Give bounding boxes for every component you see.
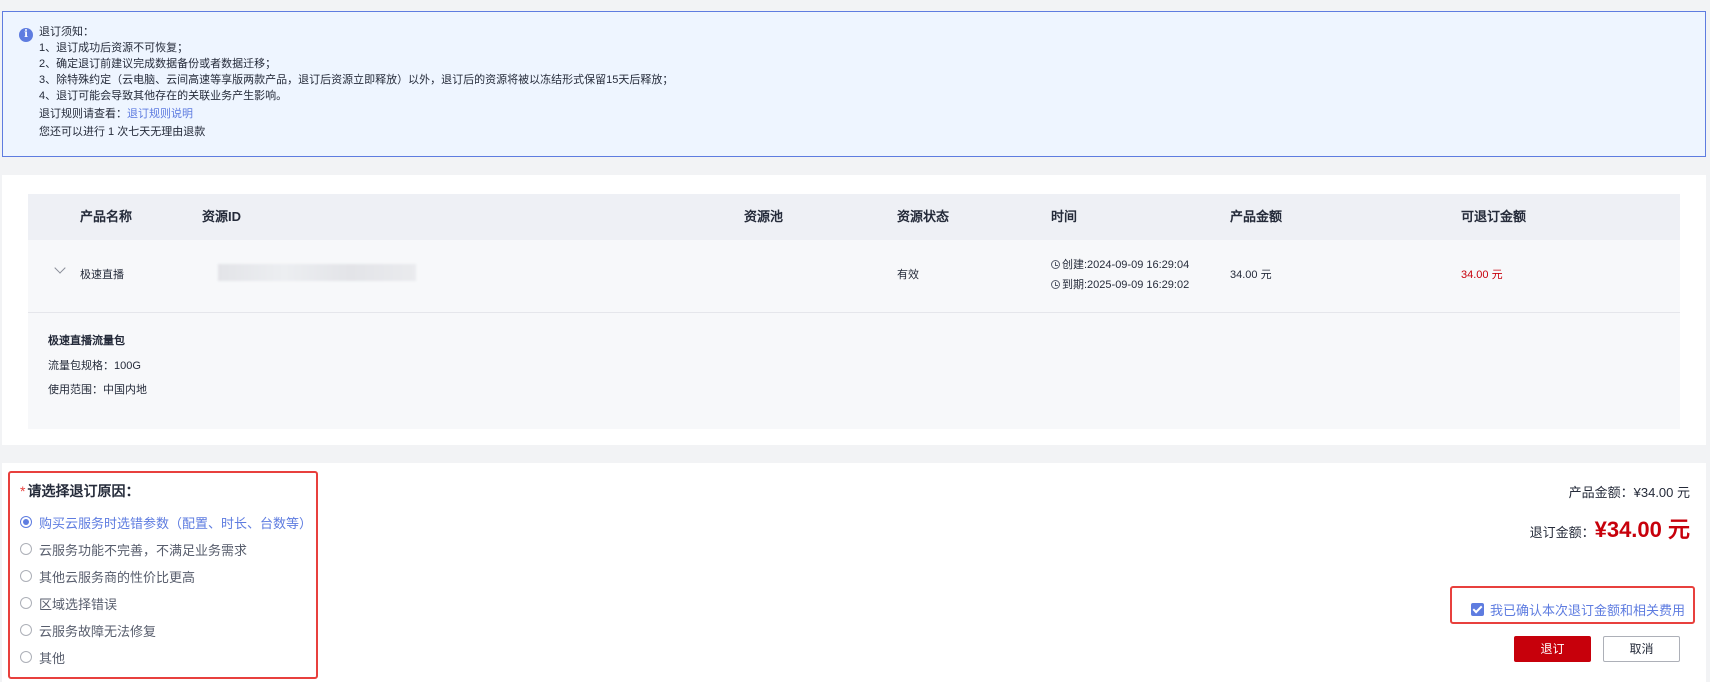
refund-amount: 退订金额：¥34.00 元 (1530, 512, 1690, 544)
header-pool: 资源池 (744, 209, 784, 224)
reason-option-wrong-region[interactable]: 区域选择错误 (20, 593, 117, 613)
reason-option-better-value[interactable]: 其他云服务商的性价比更高 (20, 566, 195, 586)
notice-rule-prefix: 退订规则请查看： (39, 108, 127, 120)
product-amount-value: ¥34.00 元 (1633, 485, 1690, 500)
cell-refundable: 34.00 元 (1461, 269, 1503, 281)
cell-status: 有效 (897, 269, 919, 281)
confirm-label: 我已确认本次退订金额和相关费用 (1490, 603, 1686, 618)
detail-spec: 流量包规格：100G (48, 360, 141, 372)
resource-id-redacted (218, 264, 416, 281)
radio-icon[interactable] (20, 570, 32, 582)
header-resource-id: 资源ID (202, 209, 242, 224)
header-time: 时间 (1051, 209, 1078, 224)
detail-title: 极速直播流量包 (48, 335, 125, 347)
product-amount: 产品金额：¥34.00 元 (1569, 482, 1690, 501)
refund-rule-link[interactable]: 退订规则说明 (127, 108, 193, 120)
notice-rule-line: 退订规则请查看：退订规则说明 (39, 106, 1705, 122)
free-refund-count: 您还可以进行 1 次七天无理由退款 (39, 126, 206, 138)
table-header: 产品名称 资源ID 资源池 资源状态 时间 产品金额 可退订金额 (28, 194, 1680, 240)
radio-icon[interactable] (20, 651, 32, 663)
reason-option-insufficient-features[interactable]: 云服务功能不完善，不满足业务需求 (20, 539, 247, 559)
required-mark: * (20, 483, 26, 499)
table-row: 极速直播 有效 创建:2024-09-09 16:29:04 到期:2025-0… (28, 240, 1680, 313)
cell-created: 创建:2024-09-09 16:29:04 (1051, 256, 1189, 272)
refund-amount-label: 退订金额： (1529, 525, 1595, 540)
notice-item-4: 4、退订可能会导致其他存在的关联业务产生影响。 (39, 90, 288, 102)
cancel-button[interactable]: 取消 (1603, 636, 1680, 662)
notice-item-2: 2、确定退订前建议完成数据备份或者数据迁移； (39, 58, 277, 70)
cell-amount: 34.00 元 (1230, 269, 1272, 281)
reason-option-wrong-params[interactable]: 购买云服务时选错参数（配置、时长、台数等） (20, 512, 312, 532)
resource-table: 产品名称 资源ID 资源池 资源状态 时间 产品金额 可退订金额 极速直播 有效… (2, 175, 1706, 445)
header-refundable: 可退订金额 (1461, 209, 1527, 224)
radio-icon[interactable] (20, 624, 32, 636)
reason-title: * 请选择退订原因： (20, 483, 140, 499)
clock-icon (1051, 260, 1060, 269)
radio-icon[interactable] (20, 543, 32, 555)
refund-amount-value: ¥34.00 元 (1594, 517, 1690, 542)
cell-expires: 到期:2025-09-09 16:29:02 (1051, 276, 1189, 292)
reason-option-other[interactable]: 其他 (20, 647, 65, 667)
clock-icon (1051, 280, 1060, 289)
confirm-checkbox[interactable]: 我已确认本次退订金额和相关费用 (1471, 600, 1685, 619)
row-detail: 极速直播流量包 流量包规格：100G 使用范围：中国内地 (28, 313, 1680, 429)
notice-title: 退订须知： (39, 26, 94, 38)
notice-item-3: 3、除特殊约定（云电脑、云间高速等享版两款产品，退订后资源立即释放）以外，退订后… (39, 74, 674, 86)
expand-chevron-icon[interactable] (54, 262, 66, 274)
notice-item-1: 1、退订成功后资源不可恢复； (39, 42, 189, 54)
header-status: 资源状态 (897, 209, 950, 224)
header-amount: 产品金额 (1230, 209, 1283, 224)
refund-submit-button[interactable]: 退订 (1514, 636, 1591, 662)
reason-option-unfixable-fault[interactable]: 云服务故障无法修复 (20, 620, 156, 640)
radio-icon[interactable] (20, 516, 32, 528)
cell-product: 极速直播 (80, 269, 124, 281)
info-icon: i (19, 28, 33, 42)
refund-notice: i 退订须知： 1、退订成功后资源不可恢复； 2、确定退订前建议完成数据备份或者… (2, 11, 1706, 157)
header-product: 产品名称 (80, 209, 133, 224)
detail-scope: 使用范围：中国内地 (48, 384, 147, 396)
radio-icon[interactable] (20, 597, 32, 609)
checkbox-checked-icon[interactable] (1471, 603, 1484, 616)
product-amount-label: 产品金额： (1568, 485, 1634, 500)
